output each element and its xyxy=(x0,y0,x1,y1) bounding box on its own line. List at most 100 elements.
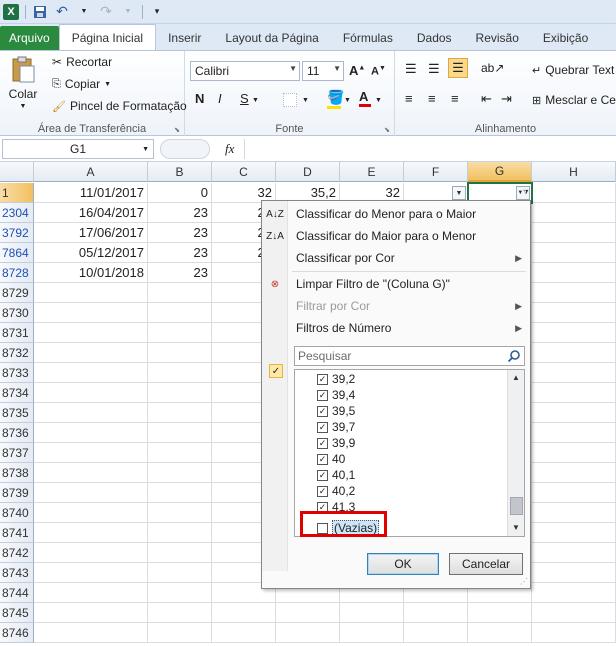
tab-revisao[interactable]: Revisão xyxy=(464,26,531,50)
chevron-down-icon[interactable]: ▼ xyxy=(302,97,309,104)
column-header-f[interactable]: F xyxy=(404,162,468,182)
formula-input[interactable] xyxy=(244,139,616,159)
cell-g8746[interactable] xyxy=(468,623,532,643)
align-bottom-icon[interactable]: ☰ xyxy=(448,58,468,78)
cell-a8736[interactable] xyxy=(34,423,148,443)
cell-h3792[interactable] xyxy=(532,223,616,243)
merge-center-button[interactable]: ⊞ Mesclar e Ce xyxy=(532,93,616,107)
cell-h8740[interactable] xyxy=(532,503,616,523)
row-header[interactable]: 8729 xyxy=(0,283,34,303)
cell-b8741[interactable] xyxy=(148,523,212,543)
column-header-b[interactable]: B xyxy=(148,162,212,182)
column-header-d[interactable]: D xyxy=(276,162,340,182)
cell-e8746[interactable] xyxy=(340,623,404,643)
cell-b8735[interactable] xyxy=(148,403,212,423)
undo-icon[interactable]: ↶ xyxy=(54,3,70,20)
dropdown-arrow-icon[interactable]: ▼ xyxy=(120,4,136,20)
row-header[interactable]: 8730 xyxy=(0,303,34,323)
fill-color-icon[interactable]: 🪣 xyxy=(327,89,344,109)
cell-b8736[interactable] xyxy=(148,423,212,443)
cell-a8746[interactable] xyxy=(34,623,148,643)
checkbox-checked-icon[interactable]: ✓ xyxy=(317,421,328,433)
cell-b8731[interactable] xyxy=(148,323,212,343)
align-right-icon[interactable]: ≡ xyxy=(451,91,459,106)
row-header[interactable]: 2304 xyxy=(0,203,34,223)
column-header-e[interactable]: E xyxy=(340,162,404,182)
underline-button[interactable]: S xyxy=(240,91,249,106)
row-header[interactable]: 8743 xyxy=(0,563,34,583)
shrink-font-icon[interactable]: A▼ xyxy=(371,65,386,78)
row-header[interactable]: 8728 xyxy=(0,263,34,283)
row-header[interactable]: 8733 xyxy=(0,363,34,383)
checkbox-checked-icon[interactable]: ✓ xyxy=(317,437,328,449)
cell-h8732[interactable] xyxy=(532,343,616,363)
row-header[interactable]: 7864 xyxy=(0,243,34,263)
tab-formulas[interactable]: Fórmulas xyxy=(331,26,405,50)
select-all-corner[interactable] xyxy=(0,162,34,182)
excel-app-icon[interactable]: X xyxy=(3,3,19,20)
cell-h1[interactable] xyxy=(532,183,616,203)
row-header[interactable]: 8740 xyxy=(0,503,34,523)
font-size-select[interactable]: 11 ▼ xyxy=(302,61,344,81)
cell-b8742[interactable] xyxy=(148,543,212,563)
cell-a8733[interactable] xyxy=(34,363,148,383)
number-filters-item[interactable]: Filtros de Número ▶ xyxy=(262,317,530,339)
increase-indent-icon[interactable]: ⇥ xyxy=(501,91,512,107)
checkbox-checked-icon[interactable]: ✓ xyxy=(317,405,328,417)
cell-g8745[interactable] xyxy=(468,603,532,623)
row-header[interactable]: 8739 xyxy=(0,483,34,503)
cut-button[interactable]: ✂ Recortar xyxy=(52,55,112,69)
cell-b8734[interactable] xyxy=(148,383,212,403)
cell-b8733[interactable] xyxy=(148,363,212,383)
cell-c8746[interactable] xyxy=(212,623,276,643)
chevron-down-icon[interactable]: ▼ xyxy=(375,97,382,104)
cell-a8743[interactable] xyxy=(34,563,148,583)
row-header[interactable]: 8736 xyxy=(0,423,34,443)
cell-a7864[interactable]: 05/12/2017 xyxy=(34,243,148,263)
cell-b8745[interactable] xyxy=(148,603,212,623)
cell-h8743[interactable] xyxy=(532,563,616,583)
align-middle-icon[interactable]: ☰ xyxy=(428,61,440,77)
filter-value-item[interactable]: ✓ 40 xyxy=(317,451,345,467)
cell-b8738[interactable] xyxy=(148,463,212,483)
font-family-select[interactable]: Calibri ▼ xyxy=(190,61,300,81)
cell-b8746[interactable] xyxy=(148,623,212,643)
insert-function-icon[interactable]: fx xyxy=(225,141,234,157)
format-painter-button[interactable]: 🖌 Pincel de Formatação xyxy=(52,99,187,113)
column-header-g[interactable]: G xyxy=(468,162,532,182)
cell-h8744[interactable] xyxy=(532,583,616,603)
row-header[interactable]: 8738 xyxy=(0,463,34,483)
cell-h8730[interactable] xyxy=(532,303,616,323)
cell-a8740[interactable] xyxy=(34,503,148,523)
tab-pagina-inicial[interactable]: Página Inicial xyxy=(58,24,157,50)
formula-bar-resizer[interactable] xyxy=(160,139,210,159)
checkbox-checked-icon[interactable]: ✓ xyxy=(317,373,328,385)
row-header[interactable]: 8731 xyxy=(0,323,34,343)
row-header[interactable]: 8744 xyxy=(0,583,34,603)
row-header[interactable]: 8737 xyxy=(0,443,34,463)
resize-grip-icon[interactable]: ⋰ xyxy=(520,577,528,586)
cell-a8732[interactable] xyxy=(34,343,148,363)
cell-h8739[interactable] xyxy=(532,483,616,503)
cell-b8740[interactable] xyxy=(148,503,212,523)
chevron-down-icon[interactable]: ▼ xyxy=(344,97,351,104)
tab-layout-pagina[interactable]: Layout da Página xyxy=(213,26,330,50)
filter-value-item[interactable]: ✓ 40,1 xyxy=(317,467,355,483)
cell-a8739[interactable] xyxy=(34,483,148,503)
cell-b2304[interactable]: 23 xyxy=(148,203,212,223)
tab-dados[interactable]: Dados xyxy=(405,26,464,50)
filter-search-input[interactable]: Pesquisar xyxy=(294,346,525,366)
cell-b8737[interactable] xyxy=(148,443,212,463)
checkbox-checked-icon[interactable]: ✓ xyxy=(317,389,328,401)
cell-b8732[interactable] xyxy=(148,343,212,363)
filter-value-item[interactable]: ✓ 39,7 xyxy=(317,419,355,435)
dialog-launcher-icon[interactable]: ⬊ xyxy=(174,126,180,134)
filter-value-item[interactable]: ✓ 39,4 xyxy=(317,387,355,403)
redo-icon[interactable]: ↷ xyxy=(98,3,114,20)
cell-a8734[interactable] xyxy=(34,383,148,403)
dialog-launcher-icon[interactable]: ⬊ xyxy=(384,126,390,134)
cell-d8745[interactable] xyxy=(276,603,340,623)
cell-b8728[interactable]: 23 xyxy=(148,263,212,283)
cell-a8731[interactable] xyxy=(34,323,148,343)
align-left-icon[interactable]: ≡ xyxy=(405,91,413,106)
